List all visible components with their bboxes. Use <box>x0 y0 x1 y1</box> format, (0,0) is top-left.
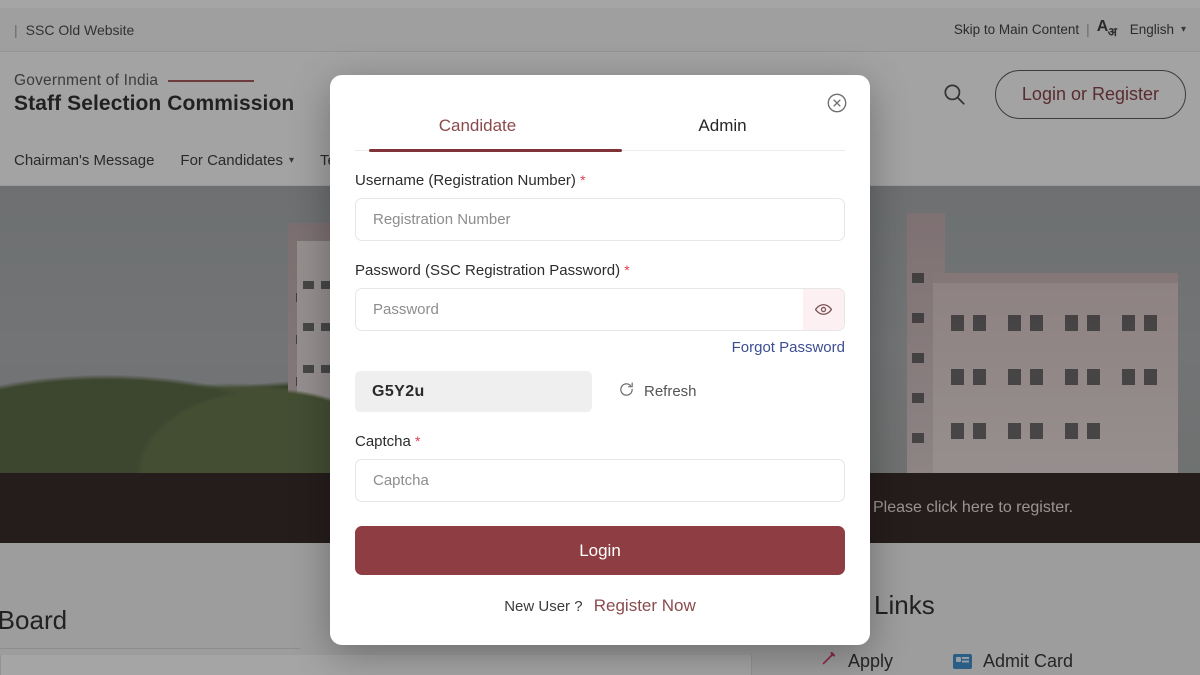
eye-icon[interactable] <box>803 289 844 330</box>
username-field-group: Username (Registration Number) * <box>355 172 845 241</box>
required-marker: * <box>415 433 421 449</box>
required-marker: * <box>580 172 586 188</box>
login-submit-button[interactable]: Login <box>355 526 845 575</box>
password-input-wrapper <box>355 288 845 331</box>
login-modal: Candidate Admin Username (Registration N… <box>330 75 870 645</box>
refresh-icon <box>618 381 635 402</box>
username-label: Username (Registration Number) * <box>355 172 845 189</box>
captcha-field-group: Captcha * <box>355 433 845 502</box>
password-label-text: Password (SSC Registration Password) <box>355 262 621 279</box>
close-icon[interactable] <box>826 92 848 114</box>
captcha-display-row: G5Y2u Refresh <box>355 371 845 412</box>
refresh-label: Refresh <box>644 383 697 400</box>
forgot-password-link[interactable]: Forgot Password <box>355 339 845 356</box>
register-now-link[interactable]: Register Now <box>594 596 696 615</box>
tab-admin[interactable]: Admin <box>600 116 845 150</box>
login-tabs: Candidate Admin <box>355 116 845 152</box>
tab-candidate[interactable]: Candidate <box>355 116 600 150</box>
screenshot-root: | SSC Old Website Skip to Main Content |… <box>0 0 1200 675</box>
required-marker: * <box>624 262 630 278</box>
password-input[interactable] <box>355 288 845 331</box>
captcha-image-value: G5Y2u <box>355 371 592 412</box>
captcha-label-text: Captcha <box>355 433 411 450</box>
refresh-captcha-button[interactable]: Refresh <box>618 381 697 402</box>
username-input[interactable] <box>355 198 845 241</box>
password-label: Password (SSC Registration Password) * <box>355 262 845 279</box>
username-label-text: Username (Registration Number) <box>355 172 576 189</box>
password-field-group: Password (SSC Registration Password) * F… <box>355 262 845 356</box>
new-user-text: New User ? <box>504 598 583 615</box>
new-user-row: New User ? Register Now <box>355 596 845 616</box>
active-tab-indicator <box>369 148 622 152</box>
captcha-input[interactable] <box>355 459 845 502</box>
captcha-label: Captcha * <box>355 433 845 450</box>
